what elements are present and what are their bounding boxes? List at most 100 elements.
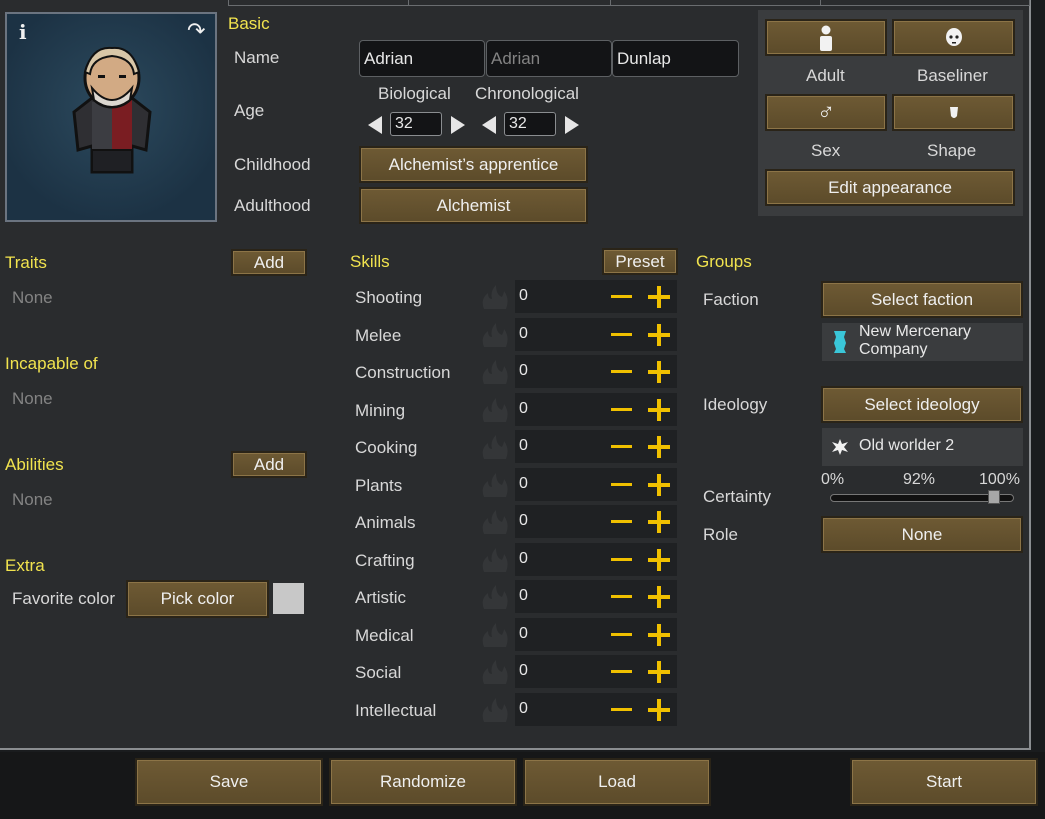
groups-header: Groups bbox=[696, 252, 752, 271]
skill-level[interactable]: 0 bbox=[519, 625, 528, 643]
sex-button[interactable]: ♂ bbox=[765, 94, 887, 131]
skill-decrease-icon[interactable] bbox=[611, 670, 632, 673]
skill-decrease-icon[interactable] bbox=[611, 445, 632, 448]
passion-flame-icon[interactable] bbox=[480, 473, 510, 497]
certainty-max: 100% bbox=[979, 471, 1020, 488]
skill-decrease-icon[interactable] bbox=[611, 558, 632, 561]
skill-decrease-icon[interactable] bbox=[611, 483, 632, 486]
skill-level[interactable]: 0 bbox=[519, 325, 528, 343]
add-ability-button[interactable]: Add bbox=[231, 451, 307, 478]
skills-preset-button[interactable]: Preset bbox=[602, 248, 678, 275]
skill-row: 0 bbox=[515, 505, 677, 538]
add-trait-button[interactable]: Add bbox=[231, 249, 307, 276]
pawn-portrait[interactable]: i ↷ bbox=[5, 12, 217, 222]
skill-increase-icon[interactable] bbox=[648, 474, 670, 496]
skill-row: 0 bbox=[515, 468, 677, 501]
biological-age-decrease-icon[interactable] bbox=[368, 116, 382, 134]
skill-level[interactable]: 0 bbox=[519, 550, 528, 568]
skill-level[interactable]: 0 bbox=[519, 287, 528, 305]
info-icon[interactable]: i bbox=[19, 20, 27, 44]
certainty-slider-handle[interactable] bbox=[988, 490, 1000, 504]
passion-flame-icon[interactable] bbox=[480, 435, 510, 459]
skill-increase-icon[interactable] bbox=[648, 586, 670, 608]
skill-decrease-icon[interactable] bbox=[611, 595, 632, 598]
biological-age-increase-icon[interactable] bbox=[451, 116, 465, 134]
passion-flame-icon[interactable] bbox=[480, 510, 510, 534]
passion-flame-icon[interactable] bbox=[480, 698, 510, 722]
skill-decrease-icon[interactable] bbox=[611, 520, 632, 523]
skill-level[interactable]: 0 bbox=[519, 662, 528, 680]
save-button[interactable]: Save bbox=[135, 758, 323, 806]
traits-value: None bbox=[12, 288, 53, 307]
first-name-field[interactable]: Adrian bbox=[359, 40, 485, 77]
life-stage-button[interactable] bbox=[765, 19, 887, 56]
certainty-slider[interactable] bbox=[830, 490, 1014, 504]
biological-age-input[interactable]: 32 bbox=[390, 112, 442, 136]
select-faction-button[interactable]: Select faction bbox=[821, 281, 1023, 318]
passion-flame-icon[interactable] bbox=[480, 585, 510, 609]
edit-appearance-button[interactable]: Edit appearance bbox=[765, 169, 1015, 206]
passion-flame-icon[interactable] bbox=[480, 360, 510, 384]
skill-increase-icon[interactable] bbox=[648, 361, 670, 383]
load-button[interactable]: Load bbox=[523, 758, 711, 806]
skill-decrease-icon[interactable] bbox=[611, 408, 632, 411]
skill-level[interactable]: 0 bbox=[519, 587, 528, 605]
chronological-age-increase-icon[interactable] bbox=[565, 116, 579, 134]
skill-name: Intellectual bbox=[355, 701, 437, 720]
skill-row: 0 bbox=[515, 693, 677, 726]
skill-decrease-icon[interactable] bbox=[611, 633, 632, 636]
skill-row: 0 bbox=[515, 393, 677, 426]
chronological-age-decrease-icon[interactable] bbox=[482, 116, 496, 134]
xenotype-button[interactable] bbox=[892, 19, 1015, 56]
favorite-color-swatch[interactable] bbox=[273, 583, 304, 614]
passion-flame-icon[interactable] bbox=[480, 660, 510, 684]
passion-flame-icon[interactable] bbox=[480, 548, 510, 572]
skill-increase-icon[interactable] bbox=[648, 436, 670, 458]
ideology-name: Old worlder 2 bbox=[859, 437, 955, 454]
skill-increase-icon[interactable] bbox=[648, 324, 670, 346]
randomize-button[interactable]: Randomize bbox=[329, 758, 517, 806]
adulthood-backstory-button[interactable]: Alchemist bbox=[359, 187, 588, 224]
skill-level[interactable]: 0 bbox=[519, 475, 528, 493]
select-ideology-button[interactable]: Select ideology bbox=[821, 386, 1023, 423]
shape-label: Shape bbox=[927, 141, 977, 160]
skill-decrease-icon[interactable] bbox=[611, 708, 632, 711]
passion-flame-icon[interactable] bbox=[480, 623, 510, 647]
childhood-backstory-button[interactable]: Alchemist’s apprentice bbox=[359, 146, 588, 183]
skill-level[interactable]: 0 bbox=[519, 700, 528, 718]
male-symbol-icon: ♂ bbox=[817, 98, 835, 126]
skill-level[interactable]: 0 bbox=[519, 400, 528, 418]
skill-increase-icon[interactable] bbox=[648, 661, 670, 683]
passion-flame-icon[interactable] bbox=[480, 398, 510, 422]
passion-flame-icon[interactable] bbox=[480, 285, 510, 309]
body-shape-button[interactable] bbox=[892, 94, 1015, 131]
rotate-icon[interactable]: ↷ bbox=[187, 18, 205, 44]
pick-color-button[interactable]: Pick color bbox=[126, 580, 269, 618]
faction-name: New Mercenary Company bbox=[859, 323, 972, 358]
skill-increase-icon[interactable] bbox=[648, 511, 670, 533]
character-editor-panel: i ↷ Basic Name Adrian Adrian Dunlap Age … bbox=[0, 0, 1031, 750]
skill-increase-icon[interactable] bbox=[648, 286, 670, 308]
skill-level[interactable]: 0 bbox=[519, 437, 528, 455]
skill-increase-icon[interactable] bbox=[648, 549, 670, 571]
ideology-info[interactable]: Old worlder 2 bbox=[822, 428, 1023, 466]
skill-row: 0 bbox=[515, 655, 677, 688]
adulthood-label: Adulthood bbox=[234, 196, 311, 215]
start-button[interactable]: Start bbox=[850, 758, 1038, 806]
skill-name: Cooking bbox=[355, 438, 418, 457]
skill-increase-icon[interactable] bbox=[648, 624, 670, 646]
skill-level[interactable]: 0 bbox=[519, 362, 528, 380]
skill-decrease-icon[interactable] bbox=[611, 295, 632, 298]
faction-info[interactable]: New Mercenary Company bbox=[822, 323, 1023, 361]
chronological-age-input[interactable]: 32 bbox=[504, 112, 556, 136]
skill-decrease-icon[interactable] bbox=[611, 333, 632, 336]
name-label: Name bbox=[234, 48, 280, 67]
skill-decrease-icon[interactable] bbox=[611, 370, 632, 373]
passion-flame-icon[interactable] bbox=[480, 323, 510, 347]
nickname-field[interactable]: Adrian bbox=[486, 40, 612, 77]
last-name-field[interactable]: Dunlap bbox=[612, 40, 739, 77]
skill-level[interactable]: 0 bbox=[519, 512, 528, 530]
skill-increase-icon[interactable] bbox=[648, 699, 670, 721]
skill-increase-icon[interactable] bbox=[648, 399, 670, 421]
role-button[interactable]: None bbox=[821, 516, 1023, 553]
